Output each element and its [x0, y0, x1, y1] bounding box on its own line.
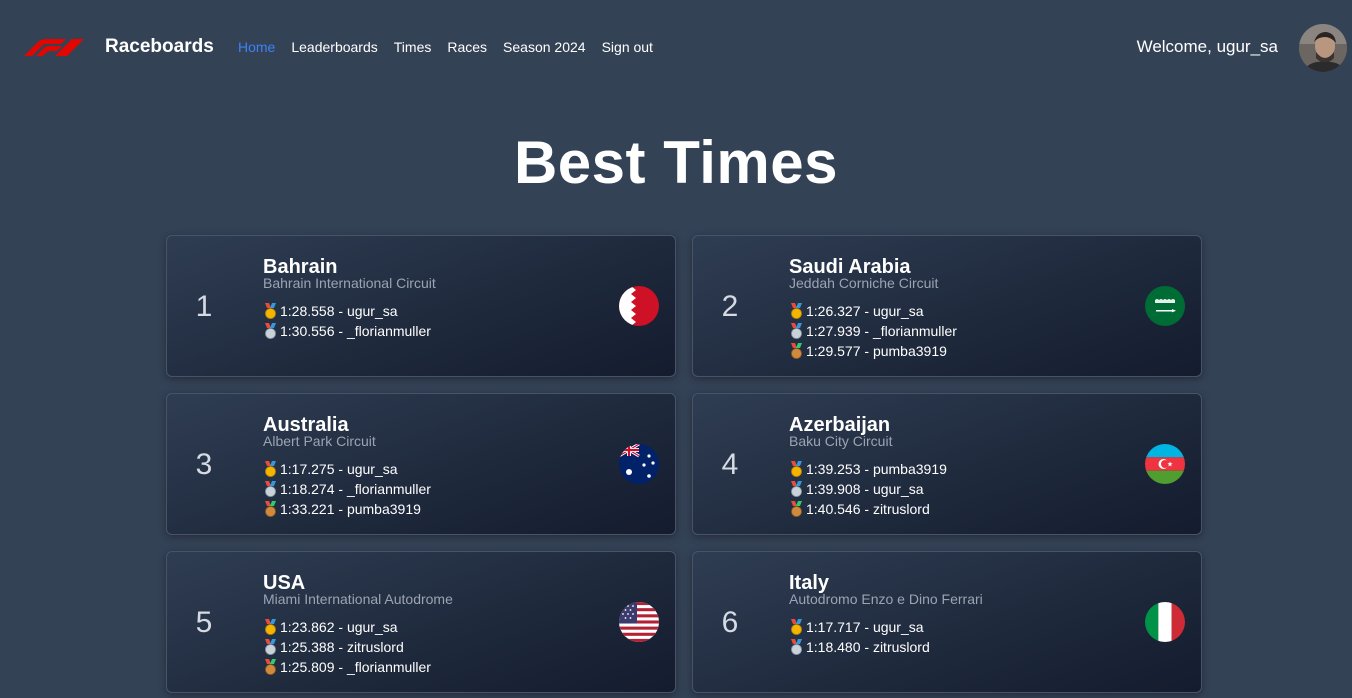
time-entry: 1:40.546 - zitruslord [790, 499, 947, 519]
time-entry: 1:18.480 - zitruslord [790, 637, 930, 657]
welcome-text: Welcome, ugur_sa [1136, 37, 1278, 56]
gold-medal-icon [791, 619, 802, 635]
times-list: 1:28.558 - ugur_sa 1:30.556 - _florianmu… [264, 301, 431, 341]
times-list: 1:26.327 - ugur_sa 1:27.939 - _florianmu… [790, 301, 957, 361]
nav-link-races[interactable]: Races [447, 39, 487, 55]
nav-link-leaderboards[interactable]: Leaderboards [291, 39, 377, 55]
time-text: 1:30.556 - _florianmuller [280, 323, 431, 339]
usa-flag-icon [619, 602, 659, 642]
time-text: 1:27.939 - _florianmuller [806, 323, 957, 339]
bronze-medal-icon [265, 501, 276, 517]
circuit-name: Jeddah Corniche Circuit [789, 275, 939, 291]
race-card-saudi-arabia[interactable]: 2 Saudi Arabia Jeddah Corniche Circuit 1… [692, 235, 1202, 377]
bronze-medal-icon [791, 501, 802, 517]
gold-medal-icon [265, 303, 276, 319]
times-list: 1:39.253 - pumba3919 1:39.908 - ugur_sa … [790, 459, 947, 519]
bronze-medal-icon [265, 659, 276, 675]
azerbaijan-flag-icon [1145, 444, 1185, 484]
nav-links: Home Leaderboards Times Races Season 202… [238, 39, 653, 55]
silver-medal-icon [265, 639, 276, 655]
race-card-azerbaijan[interactable]: 4 Azerbaijan Baku City Circuit 1:39.253 … [692, 393, 1202, 535]
user-avatar-icon [1299, 24, 1347, 72]
rank-number: 6 [721, 606, 739, 639]
time-entry: 1:25.809 - _florianmuller [264, 657, 431, 677]
rank-number: 4 [721, 448, 739, 481]
brand-name[interactable]: Raceboards [105, 36, 214, 58]
time-text: 1:17.275 - ugur_sa [280, 461, 398, 477]
time-text: 1:40.546 - zitruslord [806, 501, 930, 517]
time-entry: 1:28.558 - ugur_sa [264, 301, 431, 321]
time-text: 1:39.908 - ugur_sa [806, 481, 924, 497]
silver-medal-icon [265, 481, 276, 497]
silver-medal-icon [791, 481, 802, 497]
saudi-arabia-flag-icon [1145, 286, 1185, 326]
silver-medal-icon [791, 639, 802, 655]
time-text: 1:33.221 - pumba3919 [280, 501, 421, 517]
time-entry: 1:23.862 - ugur_sa [264, 617, 431, 637]
rank-number: 5 [195, 606, 213, 639]
gold-medal-icon [265, 461, 276, 477]
race-card-italy[interactable]: 6 Italy Autodromo Enzo e Dino Ferrari 1:… [692, 551, 1202, 693]
best-times-grid: 1 Bahrain Bahrain International Circuit … [166, 235, 1202, 693]
silver-medal-icon [265, 323, 276, 339]
avatar[interactable] [1299, 24, 1347, 72]
top-navbar: Raceboards Home Leaderboards Times Races… [0, 0, 1352, 94]
page-title: Best Times [513, 129, 839, 196]
italy-flag-icon [1145, 602, 1185, 642]
time-entry: 1:33.221 - pumba3919 [264, 499, 431, 519]
nav-link-sign-out[interactable]: Sign out [602, 39, 653, 55]
gold-medal-icon [265, 619, 276, 635]
times-list: 1:17.717 - ugur_sa 1:18.480 - zitruslord [790, 617, 930, 657]
rank-number: 1 [195, 290, 213, 323]
rank-number: 2 [721, 290, 739, 323]
bronze-medal-icon [791, 343, 802, 359]
time-text: 1:18.274 - _florianmuller [280, 481, 431, 497]
circuit-name: Miami International Autodrome [263, 591, 453, 607]
race-card-usa[interactable]: 5 USA Miami International Autodrome 1:23… [166, 551, 676, 693]
time-text: 1:25.388 - zitruslord [280, 639, 404, 655]
gold-medal-icon [791, 461, 802, 477]
time-text: 1:25.809 - _florianmuller [280, 659, 431, 675]
time-text: 1:18.480 - zitruslord [806, 639, 930, 655]
time-text: 1:23.862 - ugur_sa [280, 619, 398, 635]
circuit-name: Autodromo Enzo e Dino Ferrari [789, 591, 983, 607]
time-entry: 1:30.556 - _florianmuller [264, 321, 431, 341]
times-list: 1:17.275 - ugur_sa 1:18.274 - _florianmu… [264, 459, 431, 519]
circuit-name: Baku City Circuit [789, 433, 893, 449]
times-list: 1:23.862 - ugur_sa 1:25.388 - zitruslord… [264, 617, 431, 677]
time-entry: 1:39.908 - ugur_sa [790, 479, 947, 499]
time-entry: 1:26.327 - ugur_sa [790, 301, 957, 321]
bahrain-flag-icon [619, 286, 659, 326]
nav-link-season-2024[interactable]: Season 2024 [503, 39, 586, 55]
time-text: 1:28.558 - ugur_sa [280, 303, 398, 319]
time-entry: 1:39.253 - pumba3919 [790, 459, 947, 479]
f1-logo-icon[interactable] [22, 38, 86, 56]
nav-link-times[interactable]: Times [394, 39, 432, 55]
silver-medal-icon [791, 323, 802, 339]
race-card-australia[interactable]: 3 Australia Albert Park Circuit 1:17.275… [166, 393, 676, 535]
nav-link-home[interactable]: Home [238, 39, 275, 55]
gold-medal-icon [791, 303, 802, 319]
circuit-name: Albert Park Circuit [263, 433, 376, 449]
time-entry: 1:17.275 - ugur_sa [264, 459, 431, 479]
race-card-bahrain[interactable]: 1 Bahrain Bahrain International Circuit … [166, 235, 676, 377]
time-text: 1:26.327 - ugur_sa [806, 303, 924, 319]
time-entry: 1:18.274 - _florianmuller [264, 479, 431, 499]
time-entry: 1:17.717 - ugur_sa [790, 617, 930, 637]
time-text: 1:17.717 - ugur_sa [806, 619, 924, 635]
rank-number: 3 [195, 448, 213, 481]
circuit-name: Bahrain International Circuit [263, 275, 436, 291]
time-entry: 1:25.388 - zitruslord [264, 637, 431, 657]
australia-flag-icon [619, 444, 659, 484]
time-text: 1:39.253 - pumba3919 [806, 461, 947, 477]
time-text: 1:29.577 - pumba3919 [806, 343, 947, 359]
time-entry: 1:27.939 - _florianmuller [790, 321, 957, 341]
time-entry: 1:29.577 - pumba3919 [790, 341, 957, 361]
